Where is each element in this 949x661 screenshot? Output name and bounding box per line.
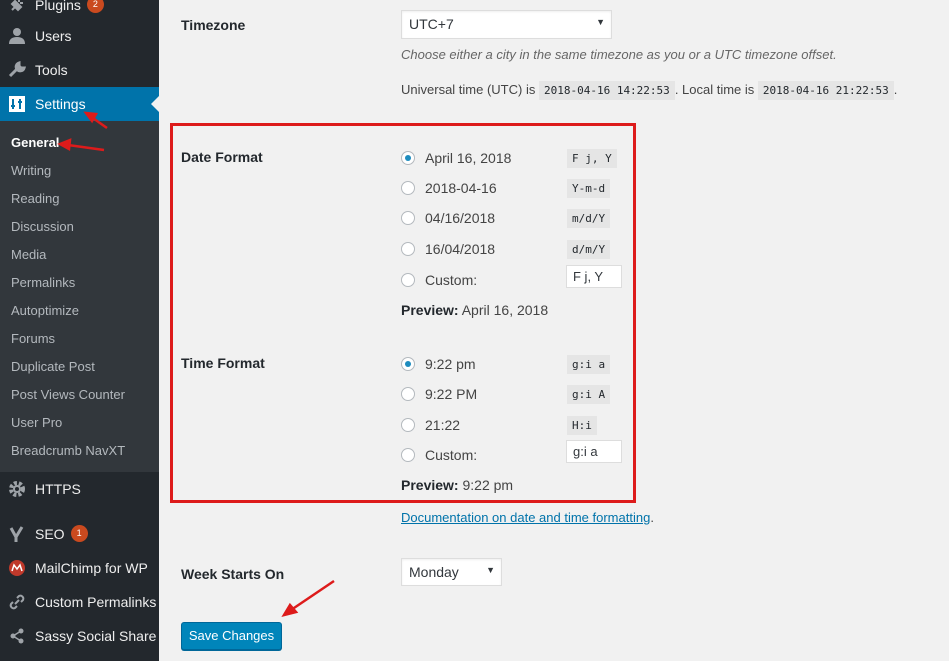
menu-item-settings[interactable]: Settings	[0, 87, 159, 121]
utc-prefix: Universal time (UTC) is	[401, 82, 536, 97]
local-prefix: . Local time is	[674, 82, 755, 97]
notification-badge: 1	[70, 525, 88, 542]
submenu-reading[interactable]: Reading	[11, 191, 59, 207]
menu-item-users[interactable]: Users	[0, 19, 159, 53]
submenu-autoptimize[interactable]: Autoptimize	[11, 303, 79, 319]
settings-submenu: General Writing Reading Discussion Media…	[0, 121, 159, 472]
submenu-permalinks[interactable]: Permalinks	[11, 275, 75, 291]
timezone-select[interactable]: UTC+7 ▼	[401, 10, 612, 39]
admin-sidebar: Plugins 2 Users Tools Settings General Wr…	[0, 0, 159, 661]
menu-label: Custom Permalinks	[35, 594, 157, 610]
submenu-user-pro[interactable]: User Pro	[11, 415, 62, 431]
time-info: Universal time (UTC) is 2018-04-16 14:22…	[401, 81, 898, 100]
menu-item-custom-permalinks[interactable]: Custom Permalinks	[0, 585, 159, 619]
menu-label: Tools	[35, 62, 68, 78]
menu-label: SEO	[35, 526, 65, 542]
menu-label: MailChimp for WP	[35, 560, 148, 576]
timezone-description: Choose either a city in the same timezon…	[401, 47, 837, 62]
menu-label: Settings	[35, 96, 86, 112]
week-starts-label: Week Starts On	[181, 566, 285, 582]
menu-item-mailchimp[interactable]: MailChimp for WP	[0, 551, 159, 585]
yoast-icon	[9, 526, 24, 542]
submenu-general[interactable]: General	[11, 135, 59, 151]
timezone-label: Timezone	[181, 17, 246, 33]
local-time: 2018-04-16 21:22:53	[757, 81, 894, 100]
menu-label: Plugins	[35, 0, 81, 13]
menu-label: HTTPS	[35, 481, 81, 497]
highlight-box	[170, 123, 636, 503]
submenu-forums[interactable]: Forums	[11, 331, 55, 347]
submenu-media[interactable]: Media	[11, 247, 46, 263]
submenu-duplicate-post[interactable]: Duplicate Post	[11, 359, 95, 375]
user-icon	[9, 28, 25, 44]
mailchimp-icon	[9, 560, 25, 576]
gear-icon	[9, 481, 25, 497]
chevron-down-icon: ▼	[596, 17, 605, 27]
menu-label: Users	[35, 28, 72, 44]
plug-icon	[10, 0, 23, 12]
menu-item-sassy-social-share[interactable]: Sassy Social Share	[0, 619, 159, 653]
submenu-discussion[interactable]: Discussion	[11, 219, 74, 235]
active-pointer	[151, 96, 159, 112]
menu-label: Sassy Social Share	[35, 628, 157, 644]
week-starts-value: Monday	[409, 564, 459, 580]
share-icon	[10, 628, 24, 644]
menu-item-seo[interactable]: SEO 1	[0, 517, 159, 551]
date-time-docs-link[interactable]: Documentation on date and time formattin…	[401, 510, 654, 525]
utc-time: 2018-04-16 14:22:53	[538, 81, 675, 100]
submenu-writing[interactable]: Writing	[11, 163, 51, 179]
menu-item-https[interactable]: HTTPS	[0, 472, 159, 506]
week-starts-select[interactable]: Monday ▼	[401, 558, 502, 586]
link-icon	[9, 594, 25, 610]
update-count-badge: 2	[86, 0, 104, 13]
timezone-value: UTC+7	[409, 16, 454, 32]
doc-link-text[interactable]: Documentation on date and time formattin…	[401, 510, 650, 525]
menu-item-tools[interactable]: Tools	[0, 53, 159, 87]
chevron-down-icon: ▼	[486, 565, 495, 575]
settings-icon	[9, 96, 25, 112]
settings-form: Timezone UTC+7 ▼ Choose either a city in…	[159, 0, 949, 661]
submenu-breadcrumb-navxt[interactable]: Breadcrumb NavXT	[11, 443, 125, 459]
time-suffix: .	[893, 82, 898, 97]
save-changes-button[interactable]: Save Changes	[181, 622, 282, 650]
doc-link-suffix: .	[650, 510, 654, 525]
submenu-post-views-counter[interactable]: Post Views Counter	[11, 387, 125, 403]
wrench-icon	[8, 61, 26, 78]
